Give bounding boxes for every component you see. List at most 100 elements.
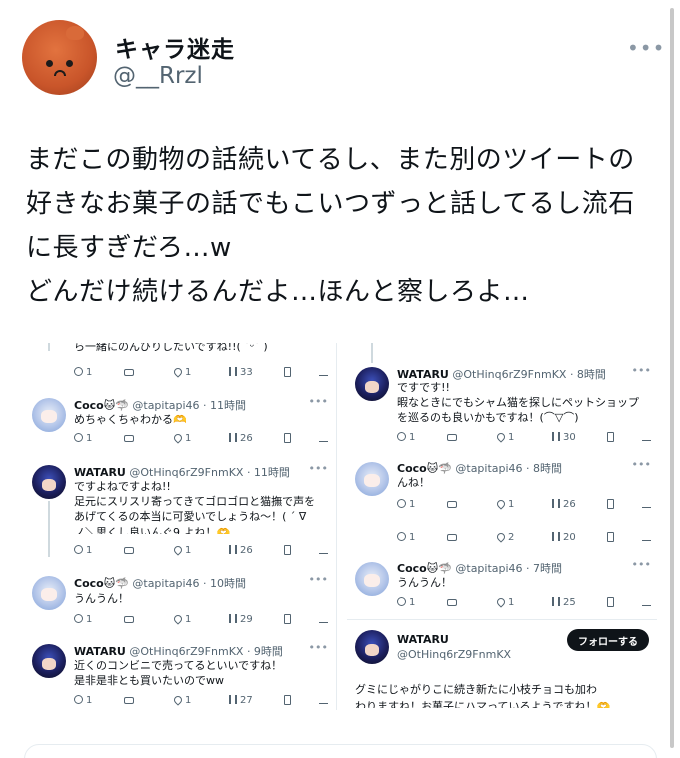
retweet-button[interactable]: [124, 695, 137, 706]
bookmark-icon: [284, 695, 291, 705]
coco-avatar[interactable]: [32, 576, 66, 610]
retweet-button[interactable]: [447, 532, 460, 543]
bookmark-button[interactable]: [284, 545, 294, 557]
author-avatar[interactable]: [22, 20, 97, 95]
like-button[interactable]: 1: [172, 432, 191, 444]
reply-post[interactable]: WATARU @OtHinq6rZ9FnmKX · 8時間 ••• ですです!!…: [347, 363, 657, 449]
author-handle-time: @OtHinq6rZ9FnmKX · 9時間: [129, 645, 283, 658]
share-button[interactable]: [642, 532, 654, 543]
bookmark-button[interactable]: [284, 367, 294, 379]
author-name: WATARU: [74, 645, 126, 658]
reply-post[interactable]: Coco🐱🦈 @tapitapi46 · 8時間 ••• んね！ 1 1 26 …: [347, 457, 657, 553]
reply-icon: [397, 432, 406, 441]
share-button[interactable]: [319, 433, 331, 444]
views-count[interactable]: 29: [229, 614, 253, 625]
retweet-button[interactable]: [124, 367, 137, 378]
retweet-icon: [124, 369, 134, 376]
coco-avatar[interactable]: [355, 562, 389, 596]
more-options-icon[interactable]: •••: [632, 558, 651, 571]
reply-button[interactable]: 1: [397, 597, 415, 608]
retweet-icon: [447, 501, 457, 508]
share-icon: [642, 535, 651, 541]
bookmark-button[interactable]: [284, 433, 294, 445]
reply-button[interactable]: 1: [74, 614, 92, 625]
reply-button[interactable]: 1: [74, 545, 92, 556]
like-button[interactable]: 2: [495, 531, 514, 543]
reply-button[interactable]: 1: [74, 433, 92, 444]
like-button[interactable]: 1: [495, 596, 514, 608]
cut-off-text: ら一緒にのんびりしたいですね!!( ˘ᵕ˘ ): [74, 343, 268, 353]
like-button[interactable]: 1: [495, 498, 514, 510]
post-header: Coco🐱🦈 @tapitapi46 · 8時間: [397, 460, 562, 476]
retweet-button[interactable]: [124, 433, 137, 444]
more-options-icon[interactable]: •••: [309, 641, 328, 654]
follow-button[interactable]: フォローする: [567, 629, 649, 651]
views-count[interactable]: 25: [552, 597, 576, 608]
bookmark-button[interactable]: [284, 614, 294, 626]
bookmark-button[interactable]: [607, 432, 617, 444]
views-count[interactable]: 33: [229, 367, 253, 378]
bookmark-button[interactable]: [607, 532, 617, 544]
retweet-icon: [124, 435, 134, 442]
share-button[interactable]: [319, 614, 331, 625]
wataru-avatar[interactable]: [355, 367, 389, 401]
retweet-button[interactable]: [447, 597, 460, 608]
more-options-icon[interactable]: •••: [309, 462, 328, 475]
reply-button[interactable]: 1: [397, 499, 415, 510]
views-count[interactable]: 26: [229, 545, 253, 556]
more-options-icon[interactable]: •••: [627, 36, 665, 60]
views-count[interactable]: 26: [552, 499, 576, 510]
like-button[interactable]: 1: [172, 613, 191, 625]
wataru-avatar[interactable]: [32, 644, 66, 678]
reply-button[interactable]: 1: [397, 432, 415, 443]
avatar-mouth: [54, 70, 66, 76]
bookmark-button[interactable]: [607, 499, 617, 511]
share-button[interactable]: [319, 367, 331, 378]
author-handle[interactable]: @__Rrzl: [113, 63, 203, 89]
share-button[interactable]: [319, 545, 331, 556]
views-count[interactable]: 27: [229, 695, 253, 706]
reply-icon: [74, 614, 83, 623]
more-options-icon[interactable]: •••: [309, 573, 328, 586]
reply-input-box[interactable]: [24, 744, 657, 758]
coco-avatar[interactable]: [32, 398, 66, 432]
retweet-button[interactable]: [124, 545, 137, 556]
like-button[interactable]: 1: [172, 694, 191, 706]
reply-button[interactable]: 1: [74, 367, 92, 378]
retweet-button[interactable]: [124, 614, 137, 625]
share-button[interactable]: [319, 695, 331, 706]
attached-screenshot[interactable]: ら一緒にのんびりしたいですね!!( ˘ᵕ˘ ) 1 1 33 Coco🐱🦈 @t…: [24, 343, 657, 710]
reply-post[interactable]: Coco🐱🦈 @tapitapi46 · 7時間 ••• うんうん！ 1 1 2…: [347, 557, 657, 617]
views-count[interactable]: 20: [552, 532, 576, 543]
reply-post[interactable]: WATARU @OtHinq6rZ9FnmKX · 9時間 ••• 近くのコンビ…: [24, 639, 334, 710]
wataru-avatar[interactable]: [32, 465, 66, 499]
more-options-icon[interactable]: •••: [309, 395, 328, 408]
post-header: Coco🐱🦈 @tapitapi46 · 10時間: [74, 575, 246, 591]
more-options-icon[interactable]: •••: [632, 364, 651, 377]
page-scrollbar[interactable]: [670, 8, 674, 748]
retweet-button[interactable]: [447, 432, 460, 443]
share-icon: [319, 698, 328, 704]
reply-button[interactable]: 1: [74, 695, 92, 706]
wataru-avatar[interactable]: [355, 630, 389, 664]
bookmark-button[interactable]: [284, 695, 294, 707]
views-count[interactable]: 26: [229, 433, 253, 444]
views-count[interactable]: 30: [552, 432, 576, 443]
reply-post[interactable]: Coco🐱🦈 @tapitapi46 · 11時間 ••• めちゃくちゃわかる🫶…: [24, 393, 334, 453]
like-button[interactable]: 1: [495, 431, 514, 443]
retweet-button[interactable]: [447, 499, 460, 510]
reply-post[interactable]: WATARU @OtHinq6rZ9FnmKX · 11時間 ••• ですよねで…: [24, 461, 334, 561]
views-icon: [229, 433, 237, 442]
reply-post[interactable]: Coco🐱🦈 @tapitapi46 · 10時間 ••• うんうん！ 1 1 …: [24, 571, 334, 631]
coco-avatar[interactable]: [355, 462, 389, 496]
post-text: グミにじゃがりこに続き新たに小枝チョコも加わ: [355, 683, 597, 696]
like-button[interactable]: 1: [172, 366, 191, 378]
share-button[interactable]: [642, 432, 654, 443]
reply-button[interactable]: 1: [397, 532, 415, 543]
more-options-icon[interactable]: •••: [632, 458, 651, 471]
share-button[interactable]: [642, 597, 654, 608]
like-button[interactable]: 1: [172, 544, 191, 556]
share-button[interactable]: [642, 499, 654, 510]
author-display-name[interactable]: キャラ迷走: [115, 30, 235, 64]
bookmark-button[interactable]: [607, 597, 617, 609]
